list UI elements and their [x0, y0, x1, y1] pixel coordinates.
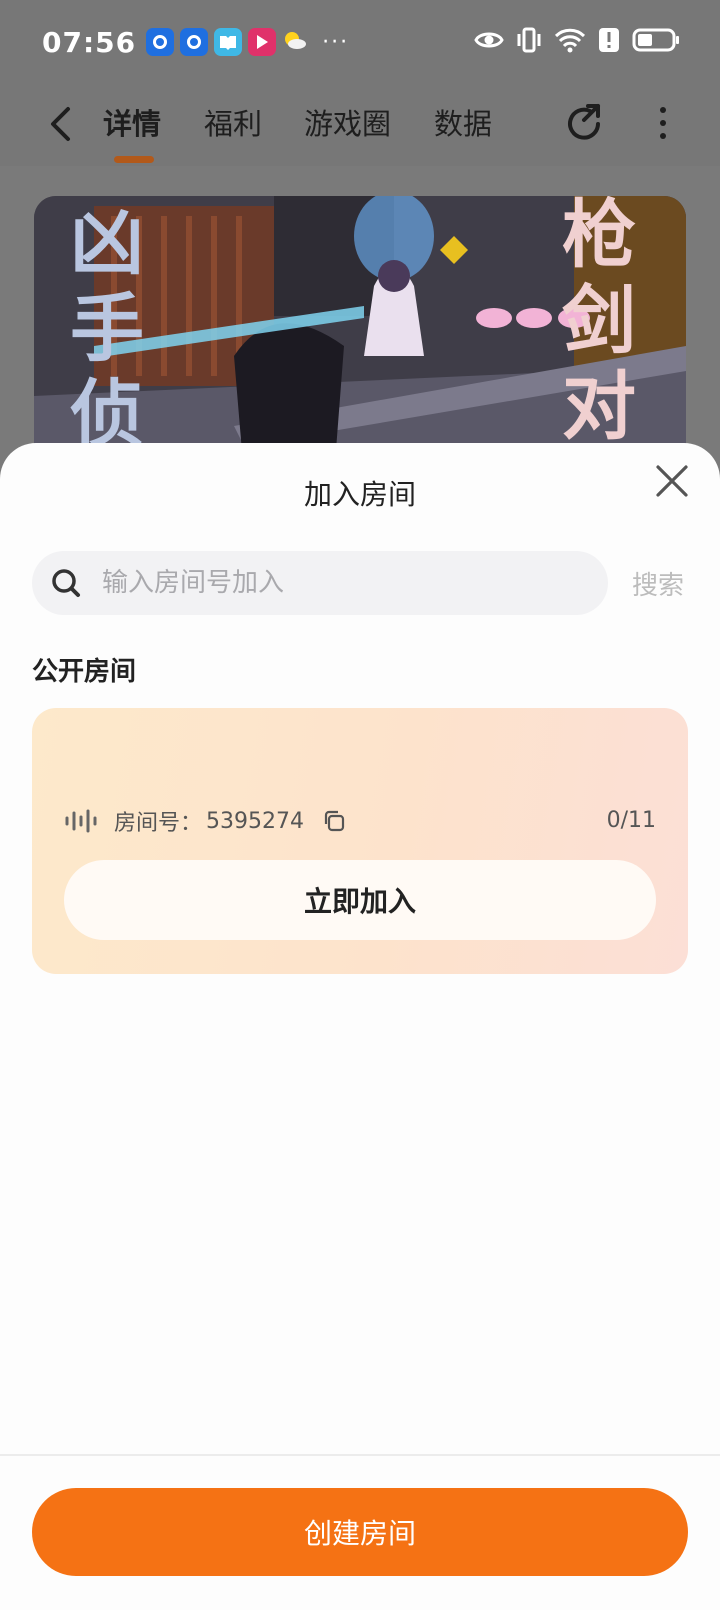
- room-number-value: 5395274: [206, 808, 304, 834]
- copy-icon[interactable]: [322, 809, 346, 833]
- eye-icon: [474, 29, 504, 55]
- app-notification-icon: [146, 28, 175, 56]
- banner-text-right-3: 对: [562, 364, 636, 450]
- voice-wave-icon: [65, 809, 97, 833]
- wifi-icon: [554, 27, 586, 57]
- video-app-icon: [248, 28, 277, 56]
- battery-icon: [632, 27, 680, 57]
- book-app-icon: [214, 28, 243, 56]
- tab-game-circle[interactable]: 游戏圈: [304, 102, 391, 146]
- room-meta: 房间号： 5395274: [64, 806, 346, 836]
- room-number-label: 房间号：: [114, 811, 203, 836]
- status-bar: 07:56 ···: [0, 0, 720, 84]
- dot: [660, 120, 666, 126]
- room-number-input[interactable]: [102, 568, 562, 598]
- back-arrow-icon: [51, 107, 70, 141]
- search-box[interactable]: [32, 551, 608, 615]
- banner-text-left-1: 凶: [70, 200, 144, 286]
- more-options-button[interactable]: [648, 100, 678, 146]
- create-room-button[interactable]: 创建房间: [32, 1488, 688, 1576]
- room-member-count: 0/11: [606, 808, 656, 833]
- more-notifications-icon: ···: [322, 29, 350, 55]
- close-button[interactable]: [654, 463, 690, 499]
- banner-text-left-2: 手: [70, 286, 144, 372]
- dot: [660, 133, 666, 139]
- divider: [0, 1454, 720, 1456]
- notification-icons: ···: [146, 28, 349, 56]
- tab-data[interactable]: 数据: [434, 102, 492, 146]
- alert-icon: [598, 27, 620, 57]
- join-now-button[interactable]: 立即加入: [64, 860, 656, 940]
- banner-text-right-1: 枪: [562, 196, 636, 278]
- active-tab-indicator: [114, 156, 154, 163]
- banner-text-right-2: 剑: [562, 278, 636, 364]
- search-button[interactable]: 搜索: [632, 565, 684, 602]
- game-banner-image[interactable]: 凶 手 侦 枪 剑 对: [34, 196, 686, 476]
- weather-icon: [282, 29, 308, 55]
- join-room-sheet: 加入房间 搜索 公开房间 房间号： 5395274: [0, 443, 720, 1610]
- dot: [660, 107, 666, 113]
- share-button[interactable]: [562, 100, 608, 146]
- app-notification-icon: [180, 28, 209, 56]
- tab-benefits[interactable]: 福利: [204, 102, 262, 146]
- search-icon: [52, 569, 80, 597]
- close-icon: [656, 465, 688, 497]
- top-nav: 详情 福利 游戏圈 数据: [0, 84, 720, 166]
- section-title-public-rooms: 公开房间: [32, 657, 137, 687]
- public-room-card[interactable]: 房间号： 5395274 0/11 立即加入: [32, 708, 688, 974]
- share-icon: [568, 104, 600, 140]
- sheet-title: 加入房间: [303, 478, 416, 511]
- back-button[interactable]: [40, 102, 80, 146]
- vibrate-icon: [516, 26, 542, 58]
- status-time: 07:56: [42, 25, 137, 59]
- tab-details[interactable]: 详情: [103, 102, 161, 146]
